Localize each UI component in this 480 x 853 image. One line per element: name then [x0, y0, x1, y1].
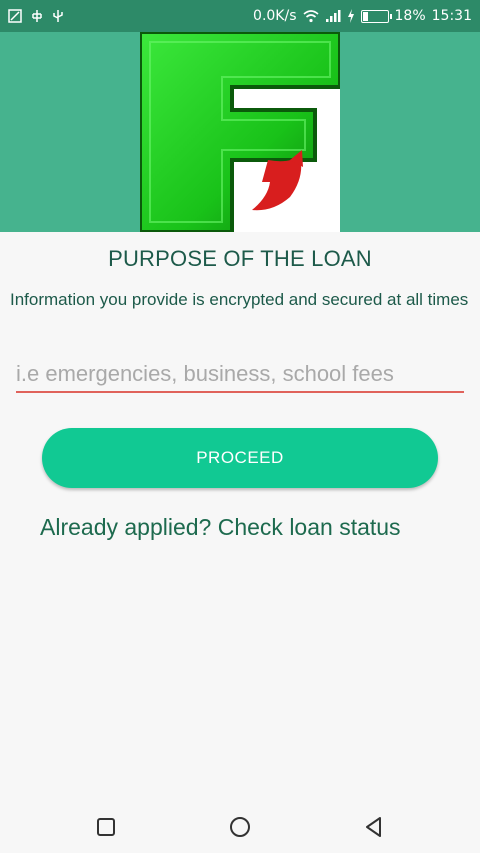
recents-icon[interactable]: [94, 815, 118, 839]
home-icon[interactable]: [228, 815, 252, 839]
usb-icon: [53, 10, 63, 22]
f-logo-icon: [140, 32, 340, 232]
battery-icon: [360, 9, 392, 23]
header-banner: [0, 32, 480, 232]
proceed-button[interactable]: PROCEED: [42, 428, 438, 488]
wifi-icon: [302, 10, 319, 23]
status-right: 0.0K/s 18% 15:31: [253, 8, 480, 24]
battery-percent: 18%: [394, 8, 426, 24]
page-title: PURPOSE OF THE LOAN: [108, 246, 372, 271]
clock: 15:31: [431, 8, 472, 24]
status-left-icons: [0, 9, 64, 23]
purpose-input-wrapper: [16, 356, 464, 396]
navigation-bar: [0, 801, 480, 853]
check-loan-status-link[interactable]: Already applied? Check loan status: [40, 514, 401, 541]
loan-purpose-input[interactable]: [16, 356, 464, 393]
usb-debug-icon: [32, 10, 42, 22]
charging-icon: [347, 9, 354, 23]
security-info-text: Information you provide is encrypted and…: [10, 290, 469, 309]
signal-icon: [325, 10, 341, 22]
screenshot-icon: [8, 9, 22, 23]
network-speed: 0.0K/s: [253, 8, 297, 24]
back-icon[interactable]: [362, 815, 386, 839]
status-bar: 0.0K/s 18% 15:31: [0, 0, 480, 32]
